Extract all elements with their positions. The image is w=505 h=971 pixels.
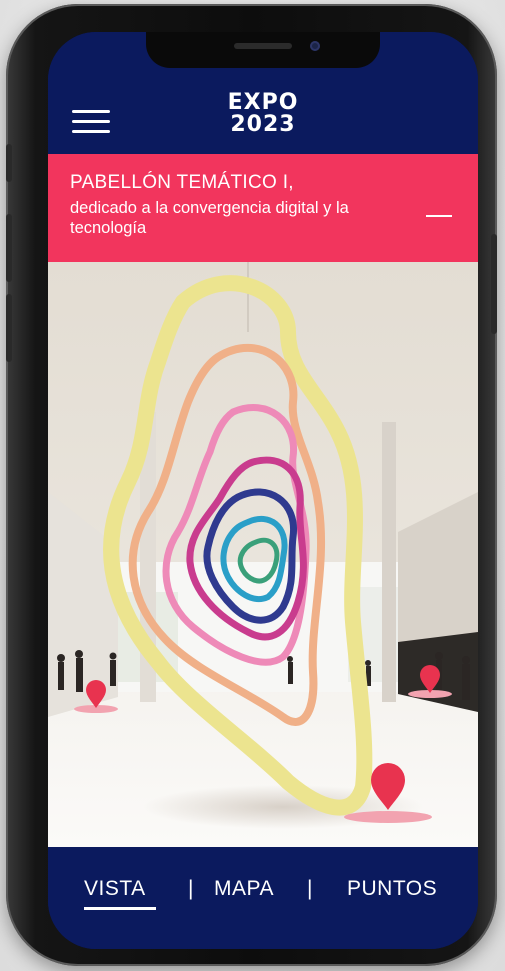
speaker	[234, 43, 292, 49]
pavilion-subtitle: dedicado a la convergencia digital y la …	[70, 199, 349, 237]
stage: EXPO 2023 PABELLÓN TEMÁTICO I, dedicado …	[0, 0, 505, 971]
pavilion-banner: PABELLÓN TEMÁTICO I, dedicado a la conve…	[48, 154, 478, 262]
pavilion-title: PABELLÓN TEMÁTICO I,	[70, 172, 294, 193]
pavilion-render	[48, 262, 478, 847]
phone-frame: EXPO 2023 PABELLÓN TEMÁTICO I, dedicado …	[6, 4, 497, 966]
nav-separator: |	[307, 877, 313, 900]
tab-mapa[interactable]: MAPA	[214, 877, 274, 901]
menu-bar	[72, 130, 110, 133]
volume-up-button	[6, 214, 12, 282]
phone-screen: EXPO 2023 PABELLÓN TEMÁTICO I, dedicado …	[48, 32, 478, 949]
power-button	[491, 234, 497, 334]
pavilion-view[interactable]	[48, 262, 478, 847]
menu-bar	[72, 110, 110, 113]
logo-line-1: EXPO	[227, 90, 299, 115]
volume-down-button	[6, 294, 12, 362]
logo-line-2: 2023	[230, 112, 296, 137]
menu-bar	[72, 120, 110, 123]
tab-vista[interactable]: VISTA	[84, 877, 146, 901]
expo-logo[interactable]: EXPO 2023	[218, 92, 308, 136]
tab-puntos[interactable]: PUNTOS	[347, 877, 437, 901]
menu-icon[interactable]	[72, 108, 112, 136]
bottom-nav: VISTA | MAPA | PUNTOS	[48, 847, 478, 949]
notch	[146, 32, 380, 68]
active-tab-indicator	[84, 907, 156, 910]
collapse-icon[interactable]	[426, 206, 452, 226]
front-camera	[310, 41, 320, 51]
collapse-dash	[426, 215, 452, 217]
nav-separator: |	[188, 877, 194, 900]
silent-switch	[6, 144, 12, 182]
